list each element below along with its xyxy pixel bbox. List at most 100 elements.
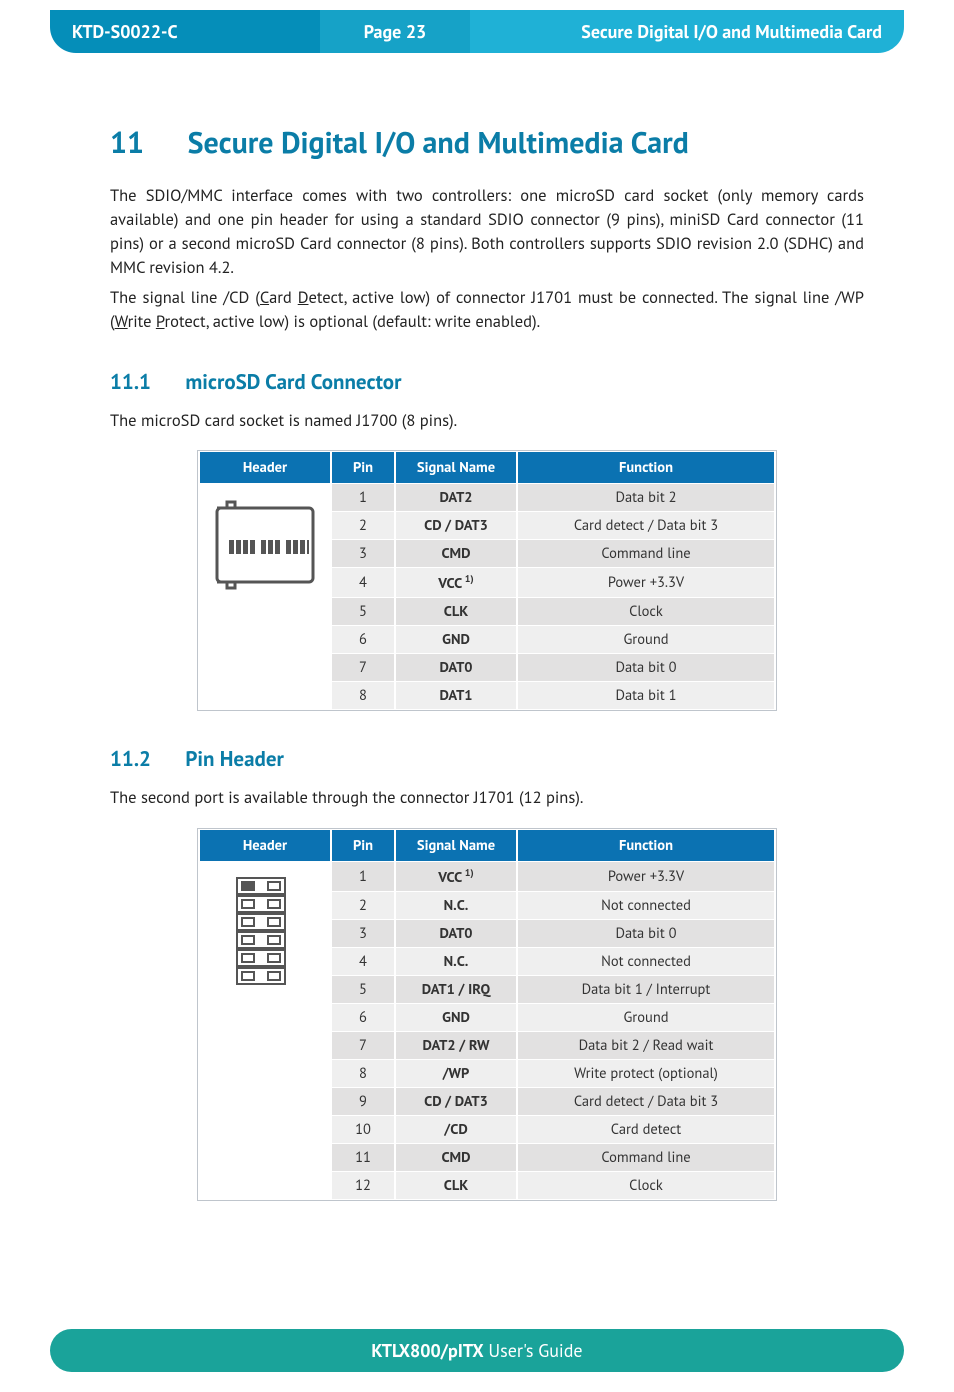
pin-cell: 5 — [332, 598, 394, 625]
footer-product: KTLX800/pITX — [371, 1339, 483, 1362]
signal-cell: N.C. — [396, 892, 516, 919]
pin-cell: 12 — [332, 1172, 394, 1199]
doc-code: KTD-S0022-C — [50, 10, 320, 53]
function-cell: Command line — [518, 540, 774, 567]
text: rotect, active low) is optional (default… — [165, 310, 541, 332]
signal-cell: CD / DAT3 — [396, 512, 516, 539]
pin-cell: 4 — [332, 948, 394, 975]
signal-cell: DAT1 — [396, 682, 516, 709]
signal-cell: DAT2 / RW — [396, 1032, 516, 1059]
text: The signal line /CD ( — [110, 286, 260, 308]
signal-cell: CLK — [396, 598, 516, 625]
signal-cell: N.C. — [396, 948, 516, 975]
header-connector-cell — [200, 484, 330, 709]
pin-cell: 6 — [332, 1004, 394, 1031]
underline: P — [156, 310, 165, 332]
section-title: microSD Card Connector — [185, 368, 401, 395]
signal-cell: CLK — [396, 1172, 516, 1199]
microsd-pinout-table: Header Pin Signal Name Function 1DAT2Dat… — [197, 450, 777, 711]
col-header: Header — [200, 830, 330, 861]
page-footer: KTLX800/pITX User's Guide — [50, 1329, 904, 1372]
page-number: Page 23 — [320, 10, 470, 53]
signal-cell: /WP — [396, 1060, 516, 1087]
signal-cell: CMD — [396, 1144, 516, 1171]
pin-cell: 8 — [332, 682, 394, 709]
signal-cell: CMD — [396, 540, 516, 567]
col-header: Function — [518, 830, 774, 861]
function-cell: Data bit 2 / Read wait — [518, 1032, 774, 1059]
intro-paragraph-2: The signal line /CD (Card Detect, active… — [110, 286, 864, 334]
signal-cell: DAT0 — [396, 654, 516, 681]
col-header: Header — [200, 452, 330, 483]
signal-cell: GND — [396, 626, 516, 653]
text: rite — [128, 310, 156, 332]
pin-cell: 4 — [332, 568, 394, 597]
function-cell: Clock — [518, 1172, 774, 1199]
function-cell: Ground — [518, 1004, 774, 1031]
pin-cell: 11 — [332, 1144, 394, 1171]
col-header: Function — [518, 452, 774, 483]
header-connector-cell — [200, 862, 330, 1199]
pin-cell: 8 — [332, 1060, 394, 1087]
pin-cell: 10 — [332, 1116, 394, 1143]
page-body: 11 Secure Digital I/O and Multimedia Car… — [0, 53, 954, 1259]
table-header-row: Header Pin Signal Name Function — [200, 452, 774, 483]
signal-cell: GND — [396, 1004, 516, 1031]
function-cell: Data bit 0 — [518, 654, 774, 681]
pin-cell: 6 — [332, 626, 394, 653]
pin-cell: 5 — [332, 976, 394, 1003]
pin-cell: 2 — [332, 892, 394, 919]
section-number: 11.2 — [110, 745, 180, 772]
footnote-ref: 1) — [462, 572, 473, 585]
underline: D — [298, 286, 309, 308]
function-cell: Data bit 2 — [518, 484, 774, 511]
section-11-2-lead: The second port is available through the… — [110, 786, 864, 810]
function-cell: Card detect / Data bit 3 — [518, 1088, 774, 1115]
function-cell: Card detect — [518, 1116, 774, 1143]
function-cell: Power +3.3V — [518, 862, 774, 891]
table-row: 1VCC 1)Power +3.3V — [200, 862, 774, 891]
intro-paragraph-1: The SDIO/MMC interface comes with two co… — [110, 184, 864, 280]
function-cell: Power +3.3V — [518, 568, 774, 597]
pin-header-icon — [235, 876, 295, 988]
col-header: Pin — [332, 830, 394, 861]
pin-cell: 9 — [332, 1088, 394, 1115]
section-number: 11.1 — [110, 368, 180, 395]
col-header: Signal Name — [396, 452, 516, 483]
function-cell: Card detect / Data bit 3 — [518, 512, 774, 539]
underline: C — [260, 286, 269, 308]
h2-section-11-2: 11.2 Pin Header — [110, 745, 864, 772]
chapter-name: Secure Digital I/O and Multimedia Card — [470, 10, 904, 53]
h2-section-11-1: 11.1 microSD Card Connector — [110, 368, 864, 395]
section-11-1-lead: The microSD card socket is named J1700 (… — [110, 409, 864, 433]
microsd-connector-icon — [213, 500, 317, 590]
signal-cell: VCC 1) — [396, 568, 516, 597]
text: ard — [269, 286, 298, 308]
signal-cell: DAT1 / IRQ — [396, 976, 516, 1003]
function-cell: Data bit 0 — [518, 920, 774, 947]
table-row: 1DAT2Data bit 2 — [200, 484, 774, 511]
signal-cell: DAT0 — [396, 920, 516, 947]
table-header-row: Header Pin Signal Name Function — [200, 830, 774, 861]
pin-cell: 3 — [332, 540, 394, 567]
function-cell: Clock — [518, 598, 774, 625]
col-header: Pin — [332, 452, 394, 483]
pin-cell: 1 — [332, 862, 394, 891]
pin-cell: 3 — [332, 920, 394, 947]
page-header: KTD-S0022-C Page 23 Secure Digital I/O a… — [50, 10, 904, 53]
pinheader-pinout-table: Header Pin Signal Name Function 1VCC 1)P… — [197, 828, 777, 1201]
pin-cell: 1 — [332, 484, 394, 511]
signal-cell: DAT2 — [396, 484, 516, 511]
section-title: Pin Header — [185, 745, 284, 772]
pin-cell: 7 — [332, 654, 394, 681]
function-cell: Data bit 1 / Interrupt — [518, 976, 774, 1003]
footer-tail: User's Guide — [484, 1339, 583, 1362]
footnote-ref: 1) — [462, 866, 473, 879]
signal-cell: /CD — [396, 1116, 516, 1143]
signal-cell: VCC 1) — [396, 862, 516, 891]
function-cell: Command line — [518, 1144, 774, 1171]
function-cell: Ground — [518, 626, 774, 653]
signal-cell: CD / DAT3 — [396, 1088, 516, 1115]
chapter-number: 11 — [110, 123, 180, 162]
col-header: Signal Name — [396, 830, 516, 861]
